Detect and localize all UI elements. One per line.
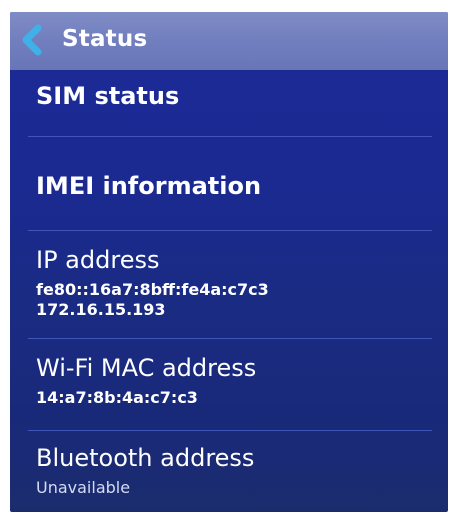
list-item-imei-information[interactable]: IMEI information	[36, 172, 261, 200]
sim-status-label: SIM status	[36, 82, 180, 110]
ip-address-label: IP address	[36, 246, 160, 274]
action-bar: Status	[10, 12, 448, 70]
wifi-mac-address-label: Wi-Fi MAC address	[36, 354, 257, 382]
list-item-wifi-mac-address: Wi-Fi MAC address 14:a7:8b:4a:c7:c3	[36, 354, 256, 408]
divider	[28, 430, 432, 431]
list-item-sim-status[interactable]: SIM status	[36, 82, 179, 110]
settings-status-screen: Status SIM status IMEI information IP ad…	[10, 12, 448, 512]
list-item-ip-address: IP address fe80::16a7:8bff:fe4a:c7c3 172…	[36, 246, 269, 320]
list-item-bluetooth-address: Bluetooth address Unavailable	[36, 444, 254, 498]
imei-information-label: IMEI information	[36, 172, 262, 200]
bluetooth-address-value: Unavailable	[36, 478, 131, 497]
ip-address-ipv4-value: 172.16.15.193	[36, 300, 166, 319]
divider	[28, 136, 432, 137]
divider	[28, 230, 432, 231]
bluetooth-address-label: Bluetooth address	[36, 444, 255, 472]
page-title: Status	[62, 26, 148, 52]
back-arrow-icon[interactable]	[18, 24, 48, 56]
ip-address-ipv6-value: fe80::16a7:8bff:fe4a:c7c3	[36, 280, 269, 299]
wifi-mac-address-value: 14:a7:8b:4a:c7:c3	[36, 388, 198, 407]
divider	[28, 338, 432, 339]
